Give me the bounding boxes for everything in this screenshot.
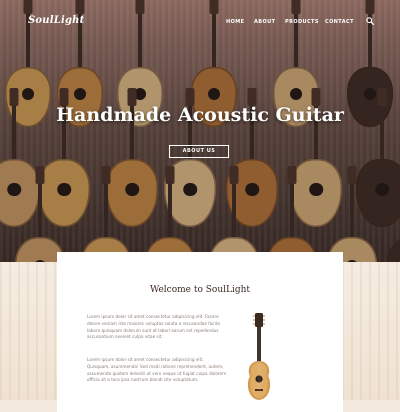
hero-title: Handmade Acoustic Guitar [56,104,344,126]
site-logo[interactable]: SoulLight [28,15,84,26]
nav-about[interactable]: ABOUT [254,19,275,25]
about-us-button[interactable]: ABOUT US [169,145,229,158]
welcome-paragraph-2: Lorem ipsum dolor sit amet consectetur a… [87,357,227,383]
nav-products[interactable]: PRODUCTS [285,19,319,25]
welcome-title: Welcome to SoulLight [149,285,251,295]
nav-home[interactable]: HOME [226,19,244,25]
search-icon[interactable] [366,17,374,25]
nav-contact[interactable]: CONTACT [325,19,354,25]
acoustic-guitar-image [247,313,271,400]
welcome-paragraph-1: Lorem ipsum dolor sit amet consectetur a… [87,314,221,340]
top-navigation: SoulLight HOME ABOUT PRODUCTS CONTACT [0,0,400,44]
welcome-section: Welcome to SoulLight Lorem ipsum dolor s… [57,252,343,412]
